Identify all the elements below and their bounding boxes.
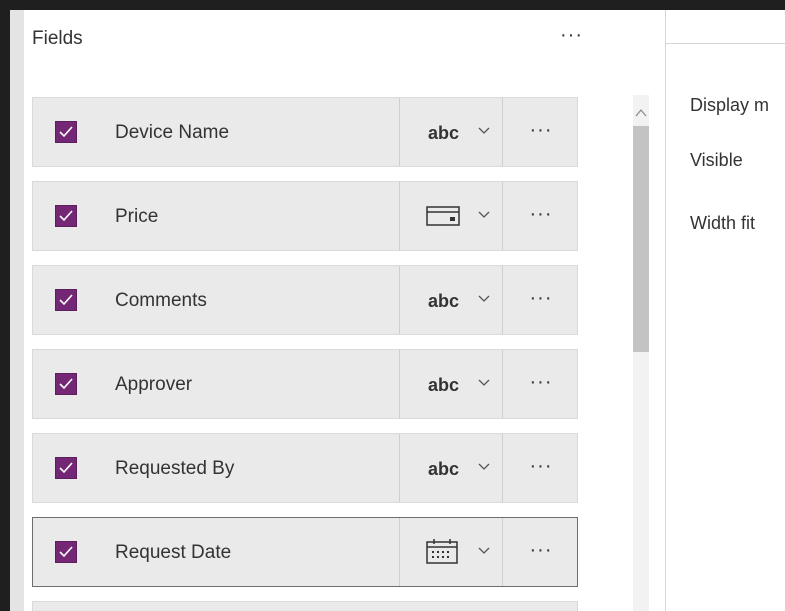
property-display-mode: Display m [690, 95, 770, 115]
checkmark-icon [59, 126, 73, 138]
checkmark-icon [59, 462, 73, 474]
divider [399, 182, 400, 250]
property-visible: Visible [690, 150, 743, 170]
chevron-down-icon [478, 295, 490, 302]
checkmark-icon [59, 378, 73, 390]
field-type-label: abc [428, 291, 460, 311]
field-more-options-button[interactable]: ··· [503, 98, 579, 166]
field-type-dropdown[interactable] [401, 182, 501, 250]
checkmark-icon [59, 210, 73, 222]
chevron-down-icon [478, 211, 490, 218]
divider [399, 98, 400, 166]
field-checkbox[interactable] [55, 541, 77, 563]
scroll-up-icon[interactable] [633, 106, 649, 120]
window-frame-left [0, 0, 10, 611]
field-row-comments[interactable]: Comments abc ··· [32, 265, 578, 335]
field-more-options-button[interactable]: ··· [503, 350, 579, 418]
divider [399, 266, 400, 334]
window-frame-top [0, 0, 785, 10]
field-type-dropdown[interactable] [401, 518, 501, 586]
field-row-price[interactable]: Price ··· [32, 181, 578, 251]
field-checkbox[interactable] [55, 205, 77, 227]
field-label: Request Date [115, 542, 232, 563]
panel-more-options-button[interactable]: ··· [560, 24, 583, 47]
field-type-label: abc [428, 459, 460, 479]
field-row-device-name[interactable]: Device Name abc ··· [32, 97, 578, 167]
field-label: Requested By [115, 458, 235, 479]
field-more-options-button[interactable]: ··· [503, 182, 579, 250]
field-checkbox[interactable] [55, 121, 77, 143]
field-type-label: abc [428, 375, 460, 395]
field-more-options-button[interactable]: ··· [503, 434, 579, 502]
field-type-label: abc [428, 123, 460, 143]
divider [399, 434, 400, 502]
field-type-dropdown[interactable]: abc [401, 350, 501, 418]
field-label: Approver [115, 374, 193, 395]
field-row-partial[interactable] [32, 601, 578, 611]
field-label: Price [115, 206, 159, 227]
chevron-down-icon [478, 547, 490, 554]
field-row-request-date[interactable]: Request Date ··· [32, 517, 578, 587]
calendar-icon [426, 539, 458, 564]
field-row-requested-by[interactable]: Requested By abc ··· [32, 433, 578, 503]
left-rail [10, 10, 24, 611]
currency-icon [426, 206, 460, 226]
field-more-options-button[interactable]: ··· [503, 266, 579, 334]
panel-title: Fields [32, 28, 83, 49]
properties-pane: Display m Visible Width fit [666, 10, 785, 611]
divider [399, 518, 400, 586]
properties-header [666, 10, 785, 44]
field-type-dropdown[interactable]: abc [401, 434, 501, 502]
scrollbar-thumb[interactable] [633, 126, 649, 352]
checkmark-icon [59, 546, 73, 558]
property-width-fit: Width fit [690, 213, 756, 233]
field-type-dropdown[interactable]: abc [401, 266, 501, 334]
field-checkbox[interactable] [55, 457, 77, 479]
field-row-approver[interactable]: Approver abc ··· [32, 349, 578, 419]
field-label: Comments [115, 290, 207, 311]
chevron-down-icon [478, 127, 490, 134]
chevron-down-icon [478, 463, 490, 470]
divider [399, 350, 400, 418]
chevron-down-icon [478, 379, 490, 386]
checkmark-icon [59, 294, 73, 306]
field-more-options-button[interactable]: ··· [503, 518, 579, 586]
field-type-dropdown[interactable]: abc [401, 98, 501, 166]
field-checkbox[interactable] [55, 373, 77, 395]
field-label: Device Name [115, 122, 230, 143]
field-checkbox[interactable] [55, 289, 77, 311]
